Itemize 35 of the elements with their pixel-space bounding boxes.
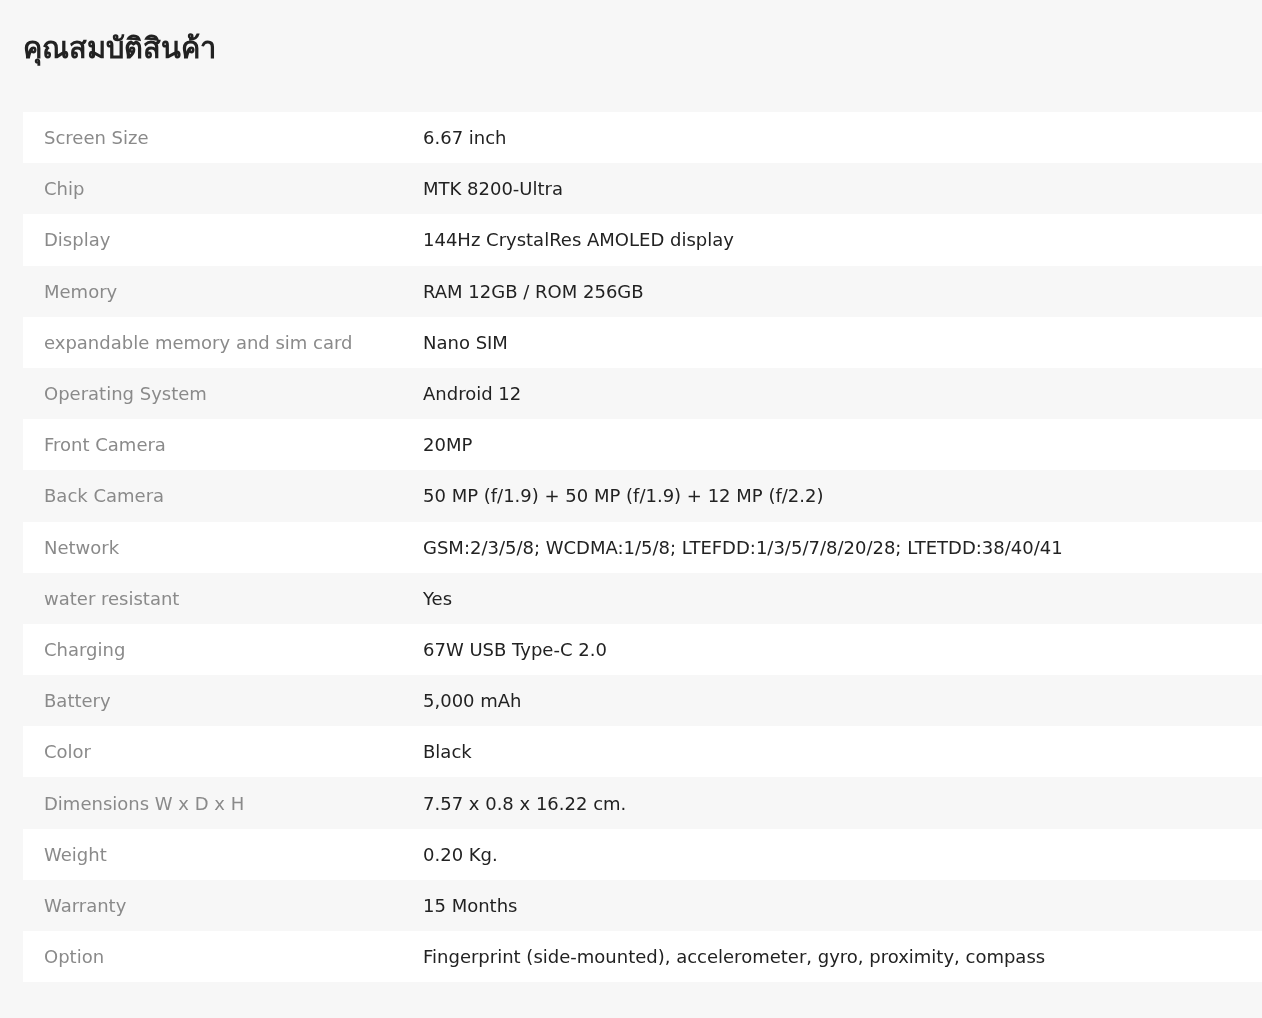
spec-label: Front Camera [43, 434, 167, 456]
spec-value: Android 12 [423, 383, 522, 405]
spec-label: Weight [43, 843, 108, 865]
spec-label: Memory [43, 280, 119, 302]
spec-value: Yes [423, 587, 453, 609]
spec-value: Fingerprint (side-mounted), accelerometer, gyro, proximity, compass [423, 946, 1046, 968]
spec-value: 7.57 x 0.8 x 16.22 cm. [423, 792, 627, 814]
spec-value: MTK 8200-Ultra [423, 178, 564, 200]
spec-value: 50 MP (f/1.9) + 50 MP (f/1.9) + 12 MP (f/2.2) [423, 485, 824, 507]
spec-value: 15 Months [423, 894, 518, 916]
spec-value: 6.67 inch [423, 127, 507, 149]
spec-label: Option [43, 946, 106, 968]
spec-label: Warranty [43, 894, 128, 916]
spec-value: 20MP [423, 434, 473, 456]
spec-value: 144Hz CrystalRes AMOLED display [423, 229, 734, 251]
spec-label: water resistant [43, 587, 181, 609]
spec-label: Display [43, 229, 112, 251]
spec-value: 67W USB Type-C 2.0 [423, 638, 607, 660]
spec-label: Dimensions W x D x H [43, 792, 246, 814]
spec-label: Screen Size [43, 127, 150, 149]
spec-label: Battery [43, 690, 112, 712]
spec-value: Nano SIM [423, 331, 508, 353]
spec-label: expandable memory and sim card [43, 331, 354, 353]
spec-value: GSM:2/3/5/8; WCDMA:1/5/8; LTEFDD:1/3/5/7/8/20/28; LTETDD:38/40/41 [423, 536, 1063, 558]
spec-value: Black [423, 741, 472, 763]
spec-label: Chip [43, 178, 86, 200]
spec-value: 0.20 Kg. [423, 843, 498, 865]
spec-value: RAM 12GB / ROM 256GB [423, 280, 644, 302]
spec-label: Operating System [43, 383, 208, 405]
section-title: คุณสมบัติสินค้า [23, 30, 217, 68]
spec-value: 5,000 mAh [423, 690, 522, 712]
spec-label: Charging [43, 638, 127, 660]
spec-label: Back Camera [43, 485, 166, 507]
spec-label: Network [43, 536, 121, 558]
spec-label: Color [43, 741, 92, 763]
